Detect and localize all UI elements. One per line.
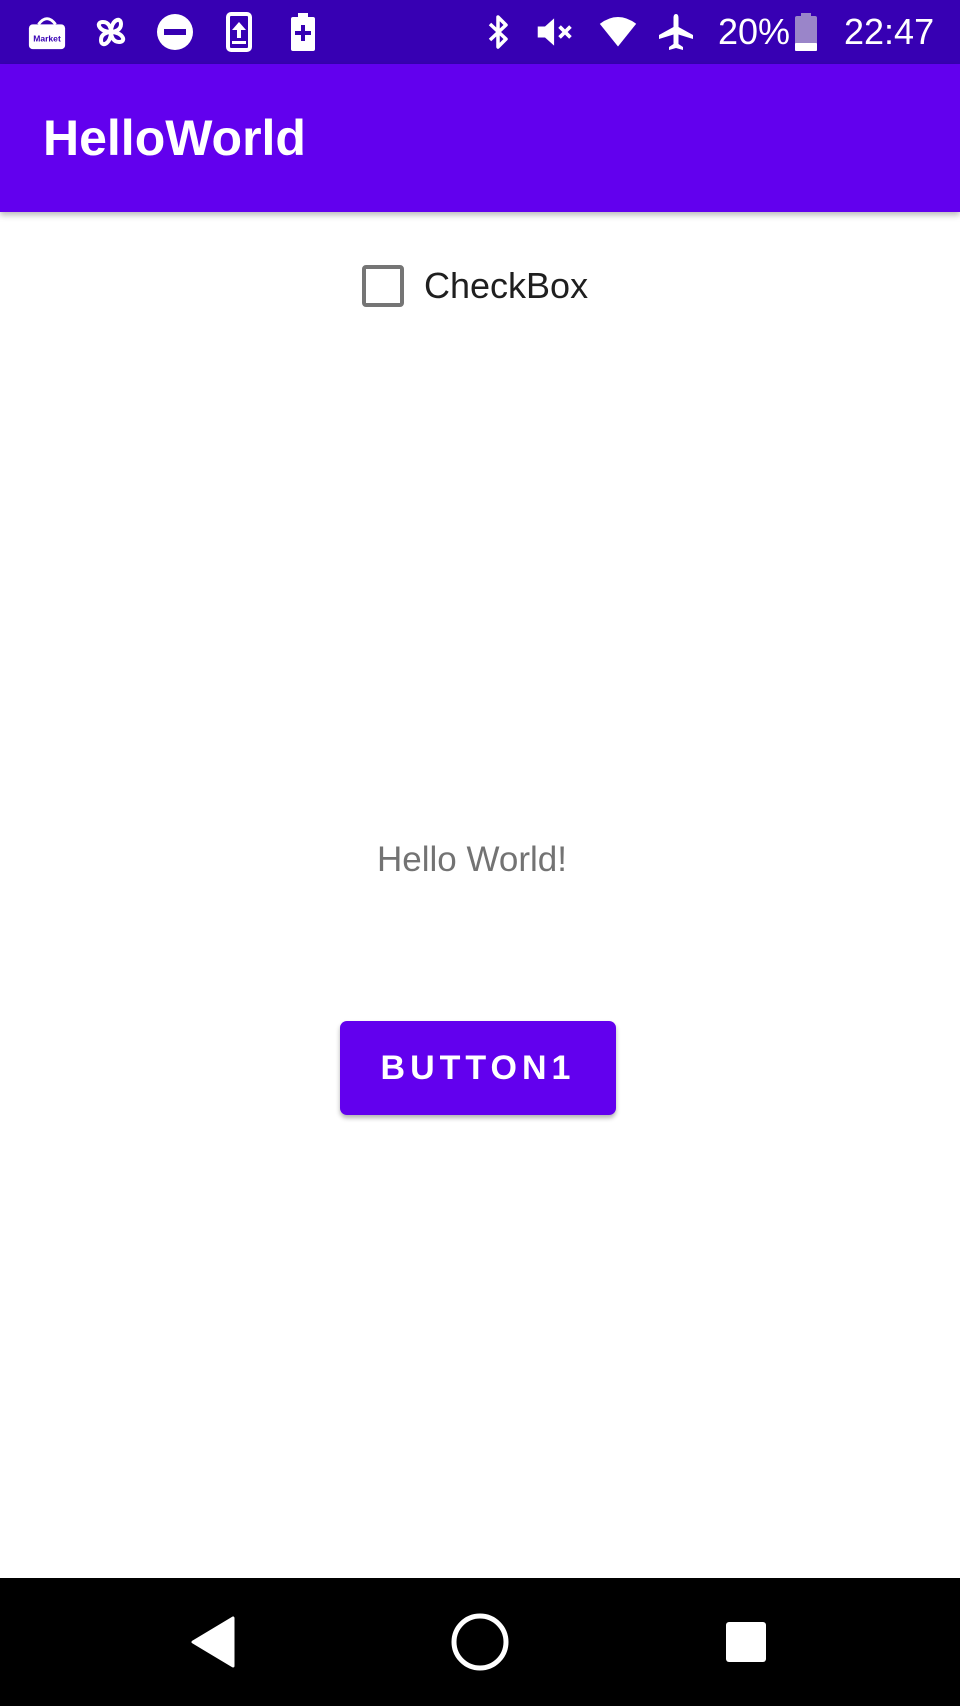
battery-icon xyxy=(792,12,820,52)
svg-text:Market: Market xyxy=(33,34,61,44)
home-icon[interactable] xyxy=(440,1602,520,1682)
bluetooth-icon xyxy=(478,12,518,52)
airplane-mode-icon xyxy=(656,12,696,52)
navigation-bar xyxy=(0,1578,960,1706)
hello-world-text: Hello World! xyxy=(377,840,567,879)
market-icon: Market xyxy=(27,12,67,52)
checkbox-box[interactable] xyxy=(362,265,404,307)
recents-icon[interactable] xyxy=(706,1602,786,1682)
phone-upload-icon xyxy=(219,12,259,52)
screen: Market 20% 22:47 HelloWorld CheckBox Hel… xyxy=(0,0,960,1706)
battery-percent: 20% xyxy=(718,11,791,52)
pinwheel-icon xyxy=(91,12,131,52)
clock: 22:47 xyxy=(844,11,935,52)
do-not-disturb-icon xyxy=(155,12,195,52)
app-title: HelloWorld xyxy=(43,110,306,166)
status-bar: Market 20% 22:47 xyxy=(0,0,960,64)
checkbox[interactable]: CheckBox xyxy=(360,258,588,314)
wifi-icon xyxy=(598,12,638,52)
battery-plus-icon xyxy=(283,12,323,52)
button1[interactable]: BUTTON1 xyxy=(340,1021,616,1115)
back-icon[interactable] xyxy=(174,1602,254,1682)
volume-muted-icon xyxy=(535,12,575,52)
checkbox-label[interactable]: CheckBox xyxy=(424,265,588,307)
app-bar: HelloWorld xyxy=(0,64,960,212)
